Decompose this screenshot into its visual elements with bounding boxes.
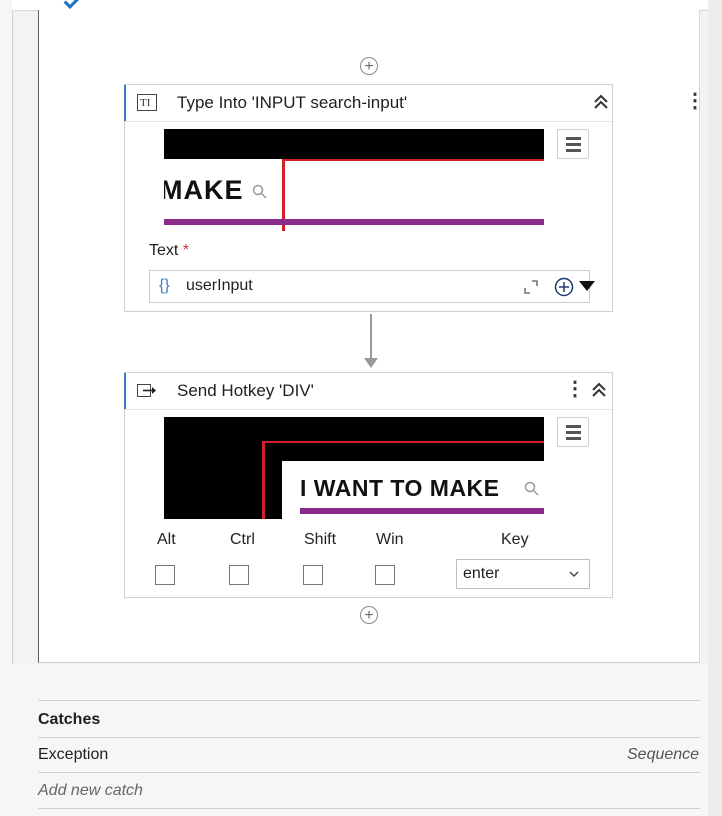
arrow-down-icon [364,358,378,368]
plus-icon[interactable] [554,277,574,297]
activity-header[interactable]: Send Hotkey 'DIV' ⋮ [124,373,612,410]
type-into-icon: TI [137,94,157,111]
selection-accent [124,373,126,409]
ctrl-checkbox[interactable] [229,565,249,585]
alt-checkbox[interactable] [155,565,175,585]
screenshot-text: MAKE [164,175,244,205]
dropdown-arrow-icon[interactable] [579,281,595,293]
target-menu-button[interactable] [557,417,589,447]
ctrl-label: Ctrl [230,531,255,548]
add-activity-button[interactable]: + [360,606,378,624]
target-menu-button[interactable] [557,129,589,159]
search-icon [524,481,539,496]
key-select[interactable]: enter [456,559,590,589]
divider [38,808,700,809]
target-screenshot[interactable]: I WANT TO MAKE [164,417,544,519]
target-screenshot[interactable]: MAKE [164,129,544,231]
type-into-activity[interactable]: TI Type Into 'INPUT search-input' ⋮ MAKE… [124,84,705,312]
more-options-icon[interactable]: ⋮ [685,91,705,111]
text-input-value: userInput [186,277,253,294]
divider [38,700,700,701]
screenshot-text: I WANT TO MAKE [300,475,500,501]
chevron-down-icon[interactable] [63,0,80,9]
exception-type: Sequence [627,746,700,763]
key-label: Key [501,531,529,548]
send-hotkey-activity[interactable]: Send Hotkey 'DIV' ⋮ I WANT TO MAKE Alt C… [124,372,613,598]
win-label: Win [376,531,404,548]
selection-accent [124,85,126,121]
collapse-icon[interactable] [593,93,609,111]
activity-header[interactable]: TI Type Into 'INPUT search-input' ⋮ [124,85,705,122]
exception-label[interactable]: Exception [38,746,108,764]
screenshot-underline [300,508,544,514]
expand-icon[interactable] [524,280,538,294]
sequence-connector [370,314,372,360]
collapse-icon[interactable] [591,381,607,399]
shift-checkbox[interactable] [303,565,323,585]
send-hotkey-icon [137,384,156,397]
shift-label: Shift [304,531,337,548]
chevron-down-icon [569,571,579,577]
key-select-value: enter [463,565,500,582]
expression-icon: {} [159,277,170,294]
win-checkbox[interactable] [375,565,395,585]
alt-label: Alt [157,531,176,548]
text-input-field[interactable]: {} userInput [149,270,595,303]
divider [38,737,700,738]
screenshot-underline [164,219,544,225]
text-field-label: Text * [149,242,190,259]
divider [38,772,700,773]
search-icon [252,184,267,199]
add-new-catch-link[interactable]: Add new catch [38,782,143,800]
svg-text:TI: TI [140,97,151,109]
catches-header: Catches [38,711,101,728]
add-activity-button[interactable]: + [360,57,378,75]
right-gutter [708,0,722,816]
more-options-icon[interactable]: ⋮ [565,379,585,399]
activity-title: Type Into 'INPUT search-input' [177,93,408,112]
activity-title: Send Hotkey 'DIV' [177,381,314,400]
